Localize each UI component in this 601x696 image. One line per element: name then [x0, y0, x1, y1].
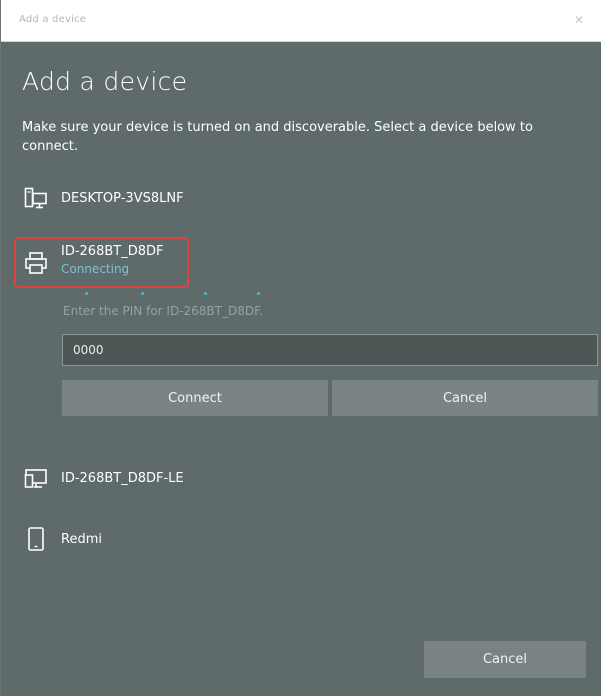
instructions-text: Make sure your device is turned on and d… — [22, 120, 533, 154]
selection-highlight — [14, 237, 189, 288]
progress-dot — [85, 292, 88, 295]
device-name: Redmi — [61, 531, 102, 547]
device-name: DESKTOP-3VS8LNF — [61, 190, 184, 206]
device-item-display[interactable]: ID-268BT_D8DF-LE — [23, 460, 184, 496]
phone-icon — [23, 526, 49, 552]
display-icon — [23, 465, 49, 491]
device-name: ID-268BT_D8DF-LE — [61, 470, 184, 486]
computer-icon — [23, 185, 49, 211]
device-item-desktop[interactable]: DESKTOP-3VS8LNF — [23, 180, 184, 216]
cancel-pairing-button[interactable]: Cancel — [332, 380, 598, 416]
pin-prompt: Enter the PIN for ID-268BT_D8DF. — [63, 304, 263, 318]
cancel-button[interactable]: Cancel — [424, 641, 586, 678]
progress-dot — [141, 292, 144, 295]
window-title: Add a device — [19, 14, 87, 25]
device-item-phone[interactable]: Redmi — [23, 521, 102, 557]
progress-dot — [204, 292, 207, 295]
close-icon[interactable]: ✕ — [568, 9, 590, 31]
pin-input[interactable]: 0000 — [62, 334, 598, 366]
title-bar: Add a device ✕ — [1, 0, 601, 42]
progress-dot — [257, 292, 260, 295]
page-title: Add a device — [22, 67, 188, 96]
connect-button[interactable]: Connect — [62, 380, 328, 416]
add-device-window: Add a device ✕ Add a device Make sure yo… — [0, 0, 601, 696]
